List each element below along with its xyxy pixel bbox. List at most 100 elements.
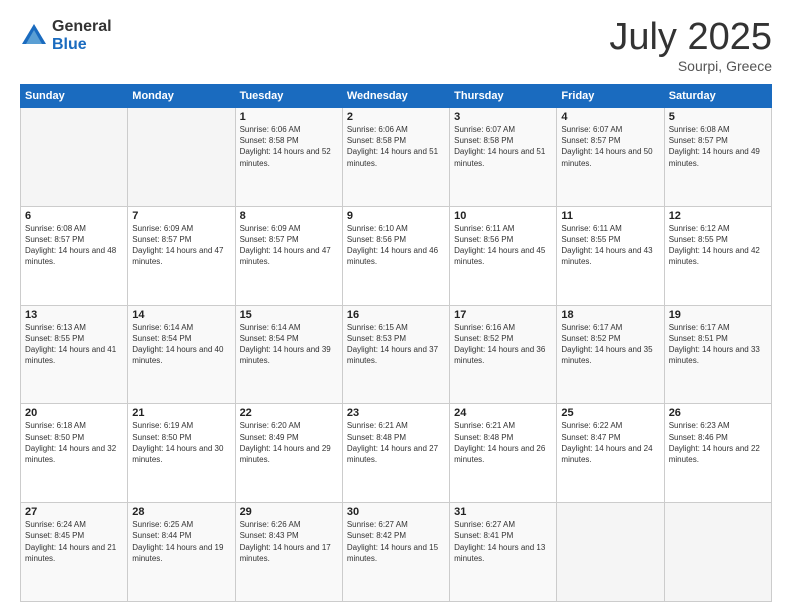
logo-icon: [20, 22, 48, 50]
day-number: 28: [132, 506, 230, 518]
calendar-cell: [557, 503, 664, 602]
weekday-header: Saturday: [664, 85, 771, 108]
title-section: July 2025 Sourpi, Greece: [609, 18, 772, 74]
day-info: Sunrise: 6:18 AMSunset: 8:50 PMDaylight:…: [25, 420, 123, 465]
day-info: Sunrise: 6:21 AMSunset: 8:48 PMDaylight:…: [454, 420, 552, 465]
calendar-cell: 14Sunrise: 6:14 AMSunset: 8:54 PMDayligh…: [128, 305, 235, 404]
calendar-cell: 18Sunrise: 6:17 AMSunset: 8:52 PMDayligh…: [557, 305, 664, 404]
calendar-cell: 22Sunrise: 6:20 AMSunset: 8:49 PMDayligh…: [235, 404, 342, 503]
day-info: Sunrise: 6:09 AMSunset: 8:57 PMDaylight:…: [240, 223, 338, 268]
calendar-cell: 4Sunrise: 6:07 AMSunset: 8:57 PMDaylight…: [557, 108, 664, 207]
calendar-cell: 28Sunrise: 6:25 AMSunset: 8:44 PMDayligh…: [128, 503, 235, 602]
calendar-cell: 21Sunrise: 6:19 AMSunset: 8:50 PMDayligh…: [128, 404, 235, 503]
calendar-cell: [664, 503, 771, 602]
logo-text: General Blue: [52, 18, 112, 53]
day-info: Sunrise: 6:08 AMSunset: 8:57 PMDaylight:…: [669, 124, 767, 169]
weekday-header: Sunday: [21, 85, 128, 108]
calendar-cell: 9Sunrise: 6:10 AMSunset: 8:56 PMDaylight…: [342, 206, 449, 305]
weekday-header: Thursday: [450, 85, 557, 108]
day-number: 7: [132, 210, 230, 222]
calendar-cell: 17Sunrise: 6:16 AMSunset: 8:52 PMDayligh…: [450, 305, 557, 404]
day-number: 16: [347, 309, 445, 321]
calendar-cell: 5Sunrise: 6:08 AMSunset: 8:57 PMDaylight…: [664, 108, 771, 207]
calendar-cell: 3Sunrise: 6:07 AMSunset: 8:58 PMDaylight…: [450, 108, 557, 207]
day-number: 5: [669, 111, 767, 123]
day-number: 19: [669, 309, 767, 321]
day-info: Sunrise: 6:13 AMSunset: 8:55 PMDaylight:…: [25, 322, 123, 367]
day-info: Sunrise: 6:14 AMSunset: 8:54 PMDaylight:…: [240, 322, 338, 367]
calendar-cell: 19Sunrise: 6:17 AMSunset: 8:51 PMDayligh…: [664, 305, 771, 404]
day-info: Sunrise: 6:07 AMSunset: 8:58 PMDaylight:…: [454, 124, 552, 169]
calendar-cell: 25Sunrise: 6:22 AMSunset: 8:47 PMDayligh…: [557, 404, 664, 503]
calendar-cell: 1Sunrise: 6:06 AMSunset: 8:58 PMDaylight…: [235, 108, 342, 207]
weekday-header: Monday: [128, 85, 235, 108]
calendar-cell: [21, 108, 128, 207]
day-number: 17: [454, 309, 552, 321]
weekday-header: Tuesday: [235, 85, 342, 108]
day-number: 1: [240, 111, 338, 123]
day-info: Sunrise: 6:09 AMSunset: 8:57 PMDaylight:…: [132, 223, 230, 268]
day-info: Sunrise: 6:24 AMSunset: 8:45 PMDaylight:…: [25, 519, 123, 564]
calendar-cell: 15Sunrise: 6:14 AMSunset: 8:54 PMDayligh…: [235, 305, 342, 404]
day-number: 25: [561, 407, 659, 419]
calendar-cell: 10Sunrise: 6:11 AMSunset: 8:56 PMDayligh…: [450, 206, 557, 305]
day-number: 20: [25, 407, 123, 419]
calendar-cell: 16Sunrise: 6:15 AMSunset: 8:53 PMDayligh…: [342, 305, 449, 404]
day-info: Sunrise: 6:23 AMSunset: 8:46 PMDaylight:…: [669, 420, 767, 465]
day-number: 10: [454, 210, 552, 222]
calendar-cell: 24Sunrise: 6:21 AMSunset: 8:48 PMDayligh…: [450, 404, 557, 503]
day-number: 3: [454, 111, 552, 123]
calendar-cell: 2Sunrise: 6:06 AMSunset: 8:58 PMDaylight…: [342, 108, 449, 207]
day-number: 23: [347, 407, 445, 419]
logo: General Blue: [20, 18, 112, 53]
calendar-cell: 30Sunrise: 6:27 AMSunset: 8:42 PMDayligh…: [342, 503, 449, 602]
day-info: Sunrise: 6:12 AMSunset: 8:55 PMDaylight:…: [669, 223, 767, 268]
day-info: Sunrise: 6:10 AMSunset: 8:56 PMDaylight:…: [347, 223, 445, 268]
day-info: Sunrise: 6:11 AMSunset: 8:55 PMDaylight:…: [561, 223, 659, 268]
day-number: 15: [240, 309, 338, 321]
calendar-week-row: 6Sunrise: 6:08 AMSunset: 8:57 PMDaylight…: [21, 206, 772, 305]
day-number: 31: [454, 506, 552, 518]
logo-blue: Blue: [52, 36, 112, 54]
day-info: Sunrise: 6:25 AMSunset: 8:44 PMDaylight:…: [132, 519, 230, 564]
page: General Blue July 2025 Sourpi, Greece Su…: [0, 0, 792, 612]
day-number: 12: [669, 210, 767, 222]
day-info: Sunrise: 6:21 AMSunset: 8:48 PMDaylight:…: [347, 420, 445, 465]
day-info: Sunrise: 6:15 AMSunset: 8:53 PMDaylight:…: [347, 322, 445, 367]
day-info: Sunrise: 6:27 AMSunset: 8:42 PMDaylight:…: [347, 519, 445, 564]
calendar-cell: 12Sunrise: 6:12 AMSunset: 8:55 PMDayligh…: [664, 206, 771, 305]
logo-general: General: [52, 18, 112, 36]
day-number: 9: [347, 210, 445, 222]
calendar-cell: 13Sunrise: 6:13 AMSunset: 8:55 PMDayligh…: [21, 305, 128, 404]
day-info: Sunrise: 6:17 AMSunset: 8:52 PMDaylight:…: [561, 322, 659, 367]
calendar-cell: 7Sunrise: 6:09 AMSunset: 8:57 PMDaylight…: [128, 206, 235, 305]
day-number: 24: [454, 407, 552, 419]
calendar-week-row: 27Sunrise: 6:24 AMSunset: 8:45 PMDayligh…: [21, 503, 772, 602]
calendar-cell: 6Sunrise: 6:08 AMSunset: 8:57 PMDaylight…: [21, 206, 128, 305]
calendar-table: SundayMondayTuesdayWednesdayThursdayFrid…: [20, 84, 772, 602]
day-number: 2: [347, 111, 445, 123]
calendar-week-row: 20Sunrise: 6:18 AMSunset: 8:50 PMDayligh…: [21, 404, 772, 503]
calendar-cell: 26Sunrise: 6:23 AMSunset: 8:46 PMDayligh…: [664, 404, 771, 503]
day-number: 13: [25, 309, 123, 321]
day-number: 26: [669, 407, 767, 419]
location: Sourpi, Greece: [609, 58, 772, 74]
calendar-week-row: 13Sunrise: 6:13 AMSunset: 8:55 PMDayligh…: [21, 305, 772, 404]
day-number: 11: [561, 210, 659, 222]
day-info: Sunrise: 6:17 AMSunset: 8:51 PMDaylight:…: [669, 322, 767, 367]
day-number: 14: [132, 309, 230, 321]
calendar-cell: 8Sunrise: 6:09 AMSunset: 8:57 PMDaylight…: [235, 206, 342, 305]
day-info: Sunrise: 6:14 AMSunset: 8:54 PMDaylight:…: [132, 322, 230, 367]
day-info: Sunrise: 6:27 AMSunset: 8:41 PMDaylight:…: [454, 519, 552, 564]
calendar-week-row: 1Sunrise: 6:06 AMSunset: 8:58 PMDaylight…: [21, 108, 772, 207]
day-info: Sunrise: 6:26 AMSunset: 8:43 PMDaylight:…: [240, 519, 338, 564]
day-number: 22: [240, 407, 338, 419]
day-info: Sunrise: 6:06 AMSunset: 8:58 PMDaylight:…: [240, 124, 338, 169]
calendar-cell: 23Sunrise: 6:21 AMSunset: 8:48 PMDayligh…: [342, 404, 449, 503]
day-number: 18: [561, 309, 659, 321]
day-number: 27: [25, 506, 123, 518]
day-info: Sunrise: 6:19 AMSunset: 8:50 PMDaylight:…: [132, 420, 230, 465]
weekday-header: Wednesday: [342, 85, 449, 108]
calendar-cell: 29Sunrise: 6:26 AMSunset: 8:43 PMDayligh…: [235, 503, 342, 602]
calendar-cell: 31Sunrise: 6:27 AMSunset: 8:41 PMDayligh…: [450, 503, 557, 602]
